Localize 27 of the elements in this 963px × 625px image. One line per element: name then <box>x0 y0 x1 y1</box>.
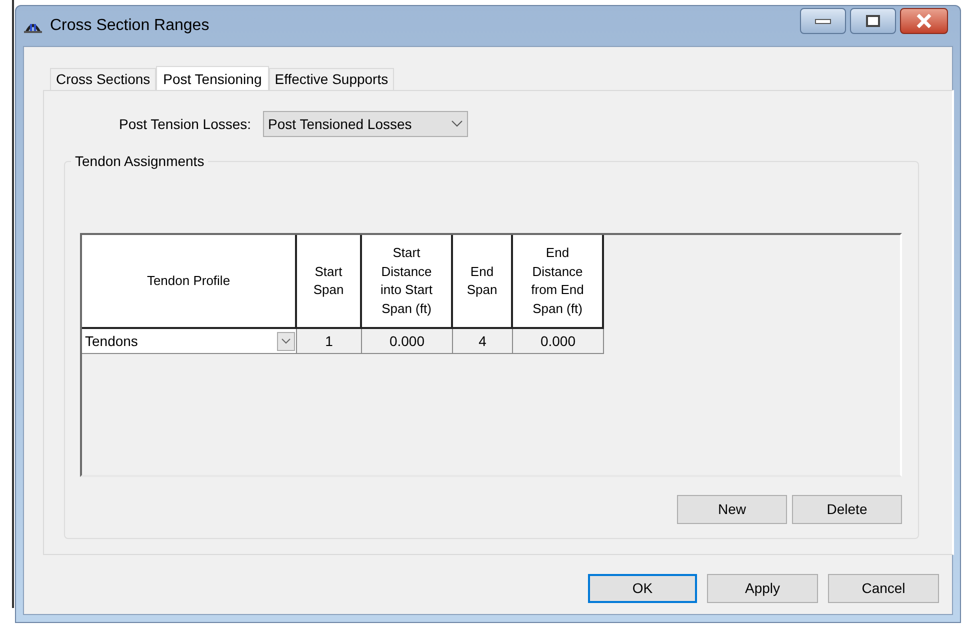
grid-action-button[interactable]: Delete <box>792 495 902 524</box>
losses-dropdown[interactable]: Post Tensioned Losses <box>263 111 468 137</box>
table-cell: 0.000 <box>513 329 604 354</box>
column-header: Start Distance into Start Span (ft) <box>362 235 453 329</box>
maximize-button[interactable] <box>850 8 896 34</box>
tab[interactable]: Post Tensioning <box>156 66 269 91</box>
table-cell: 0.000 <box>362 329 453 354</box>
column-header: Start Span <box>297 235 362 329</box>
grid-action-button[interactable]: New <box>677 495 787 524</box>
dialog-button[interactable]: Cancel <box>828 574 939 603</box>
column-header: End Distance from End Span (ft) <box>513 235 604 329</box>
minimize-button[interactable] <box>800 8 846 34</box>
chevron-down-icon <box>451 120 464 128</box>
table-cell: 4 <box>453 329 513 354</box>
dialog-button[interactable]: Apply <box>707 574 818 603</box>
close-icon <box>916 14 932 28</box>
window-title: Cross Section Ranges <box>50 16 210 36</box>
table-cell: 1 <box>297 329 362 354</box>
close-button[interactable] <box>900 8 948 34</box>
tab[interactable]: Cross Sections <box>50 68 156 90</box>
tab[interactable]: Effective Supports <box>268 68 394 90</box>
column-header: Tendon Profile <box>82 235 297 329</box>
profile-dropdown[interactable]: Tendons <box>82 329 297 354</box>
column-header: End Span <box>453 235 513 329</box>
dialog-button[interactable]: OK <box>588 574 697 603</box>
chevron-down-icon <box>281 338 291 344</box>
field-label: Post Tension Losses: <box>119 114 252 134</box>
